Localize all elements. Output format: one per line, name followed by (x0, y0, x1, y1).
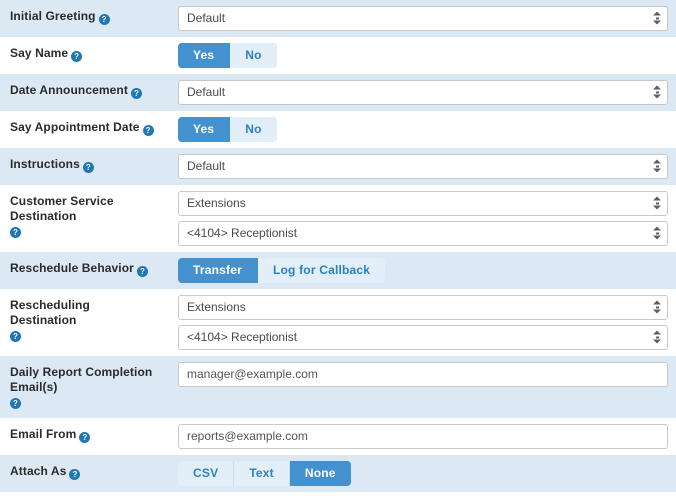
label-text: Daily Report Completion Email(s) (10, 365, 153, 394)
label-initial-greeting: Initial Greeting? (0, 0, 168, 34)
label-email-from: Email From? (0, 418, 168, 452)
form-row-daily-report-completion-emails: Daily Report Completion Email(s)? manager… (0, 356, 676, 418)
select-value[interactable]: Default (178, 80, 668, 105)
select-rescheduling-destination-2[interactable]: <4104> Receptionist (178, 325, 668, 350)
label-text: Instructions (10, 157, 80, 171)
toggle-button-attach-as-1[interactable]: Text (234, 461, 290, 486)
label-attach-as: Attach As? (0, 455, 168, 489)
help-icon[interactable]: ? (69, 469, 81, 480)
text-input-daily-report-completion-emails[interactable]: manager@example.com (178, 362, 668, 387)
help-icon[interactable]: ? (10, 227, 21, 238)
button-group-attach-as: CSV Text None (178, 461, 351, 486)
button-group-reschedule-behavior: Transfer Log for Callback (178, 258, 386, 283)
control-rescheduling-destination: Extensions <4104> Receptionist (168, 289, 676, 356)
label-say-name: Say Name? (0, 37, 168, 71)
label-customer-service-destination: Customer Service Destination? (0, 185, 168, 247)
toggle-button-attach-as-0[interactable]: CSV (178, 461, 235, 486)
select-customer-service-destination-2[interactable]: <4104> Receptionist (178, 221, 668, 246)
label-date-announcement: Date Announcement? (0, 74, 168, 108)
label-rescheduling-destination: Rescheduling Destination? (0, 289, 168, 351)
help-icon[interactable]: ? (130, 88, 142, 99)
form-row-initial-greeting: Initial Greeting? Default (0, 0, 676, 37)
toggle-button-say-appointment-date-1[interactable]: No (230, 117, 277, 142)
form-row-date-announcement: Date Announcement? Default (0, 74, 676, 111)
label-text: Attach As (10, 464, 67, 478)
form-row-rescheduling-destination: Rescheduling Destination? Extensions <4104… (0, 289, 676, 356)
select-value[interactable]: Extensions (178, 295, 668, 320)
select-date-announcement[interactable]: Default (178, 80, 668, 105)
toggle-button-say-name-0[interactable]: Yes (178, 43, 231, 68)
label-instructions: Instructions? (0, 148, 168, 182)
toggle-button-reschedule-behavior-0[interactable]: Transfer (178, 258, 258, 283)
help-icon[interactable]: ? (10, 331, 21, 342)
control-date-announcement: Default (168, 74, 676, 111)
select-value[interactable]: Default (178, 6, 668, 31)
control-instructions: Default (168, 148, 676, 185)
settings-form: Initial Greeting? Default Say Name? Yes No Da… (0, 0, 676, 492)
form-row-say-appointment-date: Say Appointment Date? Yes No (0, 111, 676, 148)
form-row-customer-service-destination: Customer Service Destination? Extensions <… (0, 185, 676, 252)
control-initial-greeting: Default (168, 0, 676, 37)
select-value[interactable]: <4104> Receptionist (178, 325, 668, 350)
button-group-say-appointment-date: Yes No (178, 117, 277, 142)
form-row-attach-as: Attach As? CSV Text None (0, 455, 676, 492)
select-rescheduling-destination-1[interactable]: Extensions (178, 295, 668, 320)
control-customer-service-destination: Extensions <4104> Receptionist (168, 185, 676, 252)
help-icon[interactable]: ? (98, 14, 110, 25)
help-icon[interactable]: ? (71, 51, 83, 62)
toggle-button-say-appointment-date-0[interactable]: Yes (178, 117, 231, 142)
label-text: Date Announcement (10, 83, 128, 97)
label-say-appointment-date: Say Appointment Date? (0, 111, 168, 145)
control-attach-as: CSV Text None (168, 455, 676, 492)
label-reschedule-behavior: Reschedule Behavior? (0, 252, 168, 286)
help-icon[interactable]: ? (136, 266, 148, 277)
text-input-email-from[interactable]: reports@example.com (178, 424, 668, 449)
help-icon[interactable]: ? (142, 125, 154, 136)
form-row-reschedule-behavior: Reschedule Behavior? Transfer Log for Call… (0, 252, 676, 289)
form-row-email-from: Email From? reports@example.com (0, 418, 676, 455)
select-customer-service-destination-1[interactable]: Extensions (178, 191, 668, 216)
toggle-button-reschedule-behavior-1[interactable]: Log for Callback (257, 258, 386, 283)
label-text: Say Name (10, 46, 69, 60)
label-text: Reschedule Behavior (10, 261, 134, 275)
button-group-say-name: Yes No (178, 43, 277, 68)
toggle-button-say-name-1[interactable]: No (230, 43, 277, 68)
label-text: Initial Greeting (10, 9, 96, 23)
toggle-button-attach-as-2[interactable]: None (289, 461, 351, 486)
form-row-say-name: Say Name? Yes No (0, 37, 676, 74)
help-icon[interactable]: ? (79, 432, 91, 443)
control-say-appointment-date: Yes No (168, 111, 676, 148)
select-instructions[interactable]: Default (178, 154, 668, 179)
control-daily-report-completion-emails: manager@example.com (168, 356, 676, 393)
select-value[interactable]: Extensions (178, 191, 668, 216)
select-value[interactable]: <4104> Receptionist (178, 221, 668, 246)
select-initial-greeting[interactable]: Default (178, 6, 668, 31)
label-text: Customer Service Destination (10, 194, 114, 223)
help-icon[interactable]: ? (82, 162, 94, 173)
help-icon[interactable]: ? (10, 398, 21, 409)
control-say-name: Yes No (168, 37, 676, 74)
form-row-instructions: Instructions? Default (0, 148, 676, 185)
control-reschedule-behavior: Transfer Log for Callback (168, 252, 676, 289)
select-value[interactable]: Default (178, 154, 668, 179)
label-daily-report-completion-emails: Daily Report Completion Email(s)? (0, 356, 168, 418)
label-text: Say Appointment Date (10, 120, 140, 134)
control-email-from: reports@example.com (168, 418, 676, 455)
label-text: Email From (10, 427, 77, 441)
label-text: Rescheduling Destination (10, 298, 90, 327)
